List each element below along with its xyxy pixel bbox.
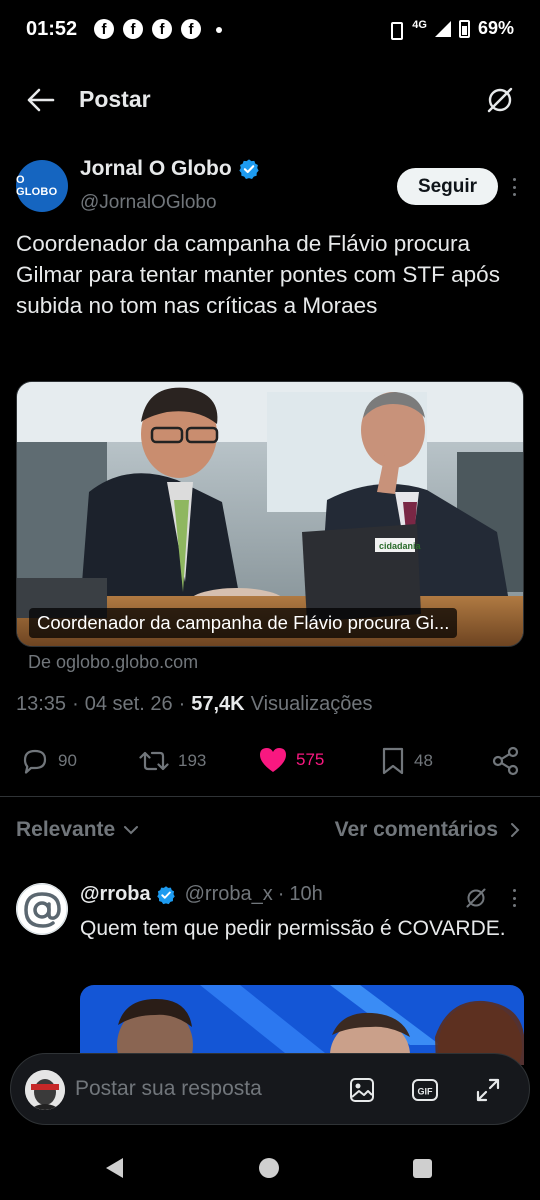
bookmark-icon [382, 747, 404, 775]
post-time: 13:35 [16, 693, 67, 715]
post-text: Coordenador da campanha de Flávio procur… [16, 231, 500, 318]
grok-icon [487, 87, 513, 113]
facebook-notification-icon: f [181, 19, 201, 39]
reply-author-handle: @rroba_x [184, 883, 273, 905]
at-sign-logo-icon [16, 883, 68, 935]
network-type: 4G [412, 18, 427, 31]
battery-icon [458, 19, 470, 38]
view-comments-link[interactable]: Ver comentários [335, 818, 520, 842]
grok-icon [466, 888, 486, 908]
chevron-down-icon [124, 826, 139, 835]
repost-count: 193 [178, 751, 207, 770]
heart-filled-icon [260, 748, 286, 772]
like-button[interactable]: 575 [258, 746, 324, 774]
facebook-notification-icon: f [123, 19, 143, 39]
top-bar: Postar [0, 70, 540, 130]
sort-label: Relevante [16, 818, 116, 841]
view-comments-label: Ver comentários [334, 818, 498, 841]
image-icon [350, 1078, 374, 1102]
reply-icon [23, 749, 47, 774]
share-button[interactable] [492, 746, 520, 776]
arrow-left-icon [27, 88, 55, 112]
gif-icon: GIF [412, 1079, 438, 1101]
views-label: Visualizações [250, 693, 373, 715]
link-source[interactable]: De oglobo.globo.com [28, 652, 198, 673]
repost-icon [139, 751, 169, 771]
post-metadata: 13:35 · 04 set. 26 · 57,4K Visualizações [16, 693, 373, 716]
nav-home-icon[interactable] [259, 1158, 279, 1178]
relevance-sort-dropdown[interactable]: Relevante [16, 818, 139, 842]
more-options-icon[interactable] [506, 175, 522, 199]
page-title: Postar [79, 86, 151, 112]
author-avatar[interactable]: O GLOBO [16, 160, 68, 212]
separator-dot: · [277, 883, 285, 905]
add-gif-button[interactable]: GIF [411, 1076, 439, 1104]
back-button[interactable] [26, 86, 56, 114]
chevron-right-icon [511, 823, 520, 837]
link-card-image[interactable]: cidadania Coordenador da campanha de Flá… [16, 381, 524, 647]
notification-icons: f f f f [94, 19, 201, 39]
grok-button[interactable] [484, 84, 516, 116]
author-name: Jornal O Globo [80, 157, 232, 180]
more-notifications-dot-icon [216, 27, 222, 33]
reply-composer: GIF [10, 1053, 530, 1125]
post-actions: 90 193 575 48 [0, 740, 540, 780]
vibrate-icon [386, 21, 404, 40]
add-image-button[interactable] [348, 1076, 376, 1104]
reply-count: 90 [58, 751, 77, 770]
reply-text: Quem tem que pedir permissão é COVARDE. [80, 917, 506, 940]
views-count[interactable]: 57,4K [191, 693, 244, 716]
status-time: 01:52 [26, 18, 78, 40]
expand-icon [476, 1078, 500, 1102]
laptop-sticker: cidadania [379, 541, 422, 551]
reply-button[interactable]: 90 [20, 746, 77, 776]
reply-avatar[interactable] [16, 883, 68, 935]
status-bar: 01:52 f f f f 4G 69% [0, 0, 540, 60]
reply-more-options-icon[interactable] [506, 886, 522, 910]
divider [0, 796, 540, 797]
bookmark-count: 48 [414, 751, 433, 770]
verified-badge-icon [239, 159, 259, 179]
nav-recents-icon[interactable] [413, 1159, 432, 1178]
reply-header[interactable]: @rroba @rroba_x · 10h [80, 883, 323, 906]
facebook-notification-icon: f [152, 19, 172, 39]
battery-level: 69% [477, 18, 514, 38]
system-indicators: 4G 69% [386, 18, 514, 40]
facebook-notification-icon: f [94, 19, 114, 39]
expand-composer-button[interactable] [474, 1076, 502, 1104]
reply-time: 10h [289, 883, 323, 905]
author-handle[interactable]: @JornalOGlobo [80, 192, 217, 214]
signal-icon [434, 20, 451, 37]
separator-dot: · [72, 693, 79, 715]
post-date: 04 set. 26 [84, 693, 173, 715]
user-avatar-image [25, 1070, 65, 1110]
gif-label: GIF [418, 1087, 434, 1097]
user-avatar[interactable] [25, 1070, 65, 1110]
android-navigation-bar [0, 1130, 540, 1200]
reply-grok-button[interactable] [464, 886, 488, 910]
like-count: 575 [296, 750, 325, 769]
repost-button[interactable]: 193 [138, 746, 206, 776]
reply-input[interactable] [75, 1072, 315, 1106]
author-name-row[interactable]: Jornal O Globo [80, 157, 260, 181]
link-card-title: Coordenador da campanha de Flávio procur… [29, 608, 458, 638]
reply-author-name: @rroba [80, 883, 151, 905]
share-icon [492, 746, 519, 776]
bookmark-button[interactable]: 48 [380, 746, 433, 776]
nav-back-icon[interactable] [106, 1158, 123, 1178]
verified-badge-icon [156, 885, 175, 904]
follow-button[interactable]: Seguir [397, 168, 498, 205]
separator-dot: · [178, 693, 186, 715]
